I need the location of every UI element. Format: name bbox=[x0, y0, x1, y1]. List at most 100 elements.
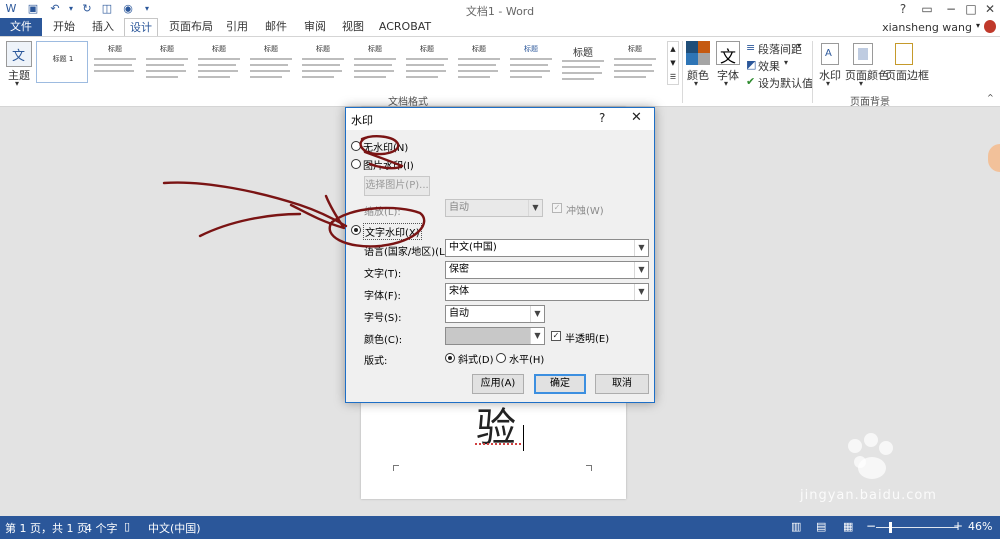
ok-button[interactable]: 确定 bbox=[534, 374, 586, 394]
page-color-icon[interactable] bbox=[853, 43, 873, 65]
page-color-dropdown-icon[interactable]: ▾ bbox=[859, 79, 863, 88]
user-name[interactable]: xiansheng wang bbox=[882, 21, 972, 34]
paragraph-spacing-dropdown-icon[interactable]: ▾ bbox=[797, 41, 801, 50]
side-assistant-button[interactable] bbox=[988, 144, 1000, 172]
close-icon[interactable]: ✕ bbox=[631, 110, 642, 125]
tab-file[interactable]: 文件 bbox=[0, 18, 42, 36]
style-thumbnail[interactable]: 标题 bbox=[192, 41, 244, 83]
tab-insert[interactable]: 插入 bbox=[86, 18, 120, 36]
gallery-up-icon[interactable]: ▲ bbox=[668, 42, 678, 56]
font-combo[interactable]: 宋体 ▼ bbox=[445, 283, 649, 301]
collapse-ribbon-icon[interactable]: ^ bbox=[987, 93, 994, 102]
zoom-level[interactable]: 46% bbox=[968, 520, 992, 533]
effects-label[interactable]: 效果 bbox=[758, 58, 780, 74]
ribbon: 文 主题 ▾ 标题 1 标题 标题 标题 标题 标题 标题 标题 标题 标题 标… bbox=[0, 36, 1000, 108]
zoom-slider-thumb[interactable] bbox=[889, 522, 892, 533]
style-thumbnail[interactable]: 标题 bbox=[556, 41, 608, 83]
language-status[interactable]: 中文(中国) bbox=[148, 520, 201, 536]
effects-dropdown-icon[interactable]: ▾ bbox=[784, 58, 788, 67]
diagonal-label[interactable]: 斜式(D) bbox=[458, 351, 494, 366]
watermark-dropdown-icon[interactable]: ▾ bbox=[826, 79, 830, 88]
print-layout-icon[interactable]: ▤ bbox=[816, 520, 826, 533]
washout-label[interactable]: 冲蚀(W) bbox=[566, 202, 604, 217]
fonts-dropdown-icon[interactable]: ▾ bbox=[724, 79, 728, 88]
paragraph-spacing-label[interactable]: 段落间距 bbox=[758, 41, 802, 57]
tab-design[interactable]: 设计 bbox=[124, 18, 158, 37]
chevron-down-icon: ▼ bbox=[530, 306, 544, 322]
gallery-more-icon[interactable]: ☰ bbox=[668, 70, 678, 84]
select-picture-button[interactable]: 选择图片(P)... bbox=[364, 176, 430, 196]
apply-button[interactable]: 应用(A) bbox=[472, 374, 524, 394]
web-layout-icon[interactable]: ▦ bbox=[843, 520, 853, 533]
no-watermark-radio[interactable] bbox=[351, 141, 361, 151]
status-bar: 第 1 页，共 1 页 4 个字 ▯ 中文(中国) ▥ ▤ ▦ − + 46% bbox=[0, 516, 1000, 539]
no-watermark-label[interactable]: 无水印(N) bbox=[363, 139, 408, 154]
theme-icon[interactable]: 文 bbox=[6, 41, 32, 67]
style-thumbnail[interactable]: 标题 bbox=[140, 41, 192, 83]
tab-home[interactable]: 开始 bbox=[48, 18, 80, 36]
diagonal-radio[interactable] bbox=[445, 353, 455, 363]
style-thumbnail[interactable]: 标题 bbox=[88, 41, 140, 83]
user-avatar[interactable] bbox=[984, 20, 996, 33]
colors-icon[interactable] bbox=[686, 41, 710, 65]
fonts-icon[interactable]: 文 bbox=[716, 41, 740, 66]
gallery-scroll[interactable]: ▲ ▼ ☰ bbox=[667, 41, 679, 85]
tab-mailings[interactable]: 邮件 bbox=[260, 18, 292, 36]
style-thumbnail[interactable]: 标题 bbox=[244, 41, 296, 83]
size-combo[interactable]: 自动 ▼ bbox=[445, 305, 545, 323]
tab-review[interactable]: 审阅 bbox=[298, 18, 332, 36]
ribbon-display-icon[interactable]: ▭ bbox=[914, 0, 940, 18]
annotation-arrow-head bbox=[289, 194, 346, 230]
horizontal-radio[interactable] bbox=[496, 353, 506, 363]
picture-watermark-radio[interactable] bbox=[351, 159, 361, 169]
effects-icon[interactable]: ◩ bbox=[746, 58, 756, 71]
text-watermark-radio[interactable] bbox=[351, 225, 361, 235]
tab-acrobat[interactable]: ACROBAT bbox=[378, 18, 432, 36]
colors-dropdown-icon[interactable]: ▾ bbox=[694, 79, 698, 88]
ribbon-separator bbox=[682, 41, 683, 103]
zoom-out-button[interactable]: − bbox=[866, 519, 876, 533]
style-thumbnail[interactable]: 标题 bbox=[296, 41, 348, 83]
watermark-icon[interactable]: A bbox=[821, 43, 839, 65]
proofing-icon[interactable]: ▯ bbox=[124, 520, 130, 533]
scale-combo[interactable]: 自动 ▼ bbox=[445, 199, 543, 217]
text-watermark-label[interactable]: 文字水印(X) bbox=[363, 223, 422, 240]
page-borders-label[interactable]: 页面边框 bbox=[885, 67, 929, 83]
spellcheck-underline bbox=[475, 443, 521, 445]
style-thumbnail[interactable]: 标题 bbox=[504, 41, 556, 83]
theme-dropdown-icon[interactable]: ▾ bbox=[15, 79, 19, 88]
user-dropdown-icon[interactable]: ▾ bbox=[976, 21, 980, 30]
horizontal-label[interactable]: 水平(H) bbox=[509, 351, 544, 366]
style-thumbnail[interactable]: 标题 bbox=[348, 41, 400, 83]
tab-view[interactable]: 视图 bbox=[336, 18, 370, 36]
semitransparent-checkbox[interactable]: ✓ bbox=[551, 331, 561, 341]
cancel-button[interactable]: 取消 bbox=[595, 374, 649, 394]
set-default-label[interactable]: 设为默认值 bbox=[758, 75, 813, 91]
crop-mark bbox=[393, 465, 399, 471]
word-count[interactable]: 4 个字 bbox=[85, 520, 118, 536]
page-count[interactable]: 第 1 页，共 1 页 bbox=[5, 520, 88, 536]
read-mode-icon[interactable]: ▥ bbox=[791, 520, 801, 533]
help-icon[interactable]: ? bbox=[890, 0, 916, 18]
style-thumbnail[interactable]: 标题 bbox=[400, 41, 452, 83]
close-window-icon[interactable]: ✕ bbox=[977, 0, 1000, 18]
style-thumbnail[interactable]: 标题 1 bbox=[36, 41, 88, 83]
washout-checkbox[interactable]: ✓ bbox=[552, 203, 562, 213]
page-borders-icon[interactable] bbox=[895, 43, 913, 65]
tab-page-layout[interactable]: 页面布局 bbox=[166, 18, 216, 36]
text-combo[interactable]: 保密 ▼ bbox=[445, 261, 649, 279]
style-thumbnail[interactable]: 标题 bbox=[452, 41, 504, 83]
page-color-label[interactable]: 页面颜色 bbox=[845, 67, 889, 83]
annotation-arrow bbox=[162, 181, 348, 228]
gallery-down-icon[interactable]: ▼ bbox=[668, 56, 678, 70]
paragraph-spacing-icon[interactable]: ≡ bbox=[746, 41, 755, 54]
tab-references[interactable]: 引用 bbox=[222, 18, 252, 36]
set-default-icon[interactable]: ✔ bbox=[746, 75, 755, 88]
language-combo[interactable]: 中文(中国) ▼ bbox=[445, 239, 649, 257]
style-thumbnail[interactable]: 标题 bbox=[608, 41, 660, 83]
color-combo[interactable]: ▼ bbox=[445, 327, 545, 345]
zoom-in-button[interactable]: + bbox=[953, 519, 963, 533]
semitransparent-label[interactable]: 半透明(E) bbox=[565, 330, 609, 345]
help-icon[interactable]: ? bbox=[599, 111, 605, 125]
picture-watermark-label[interactable]: 图片水印(I) bbox=[363, 157, 414, 172]
